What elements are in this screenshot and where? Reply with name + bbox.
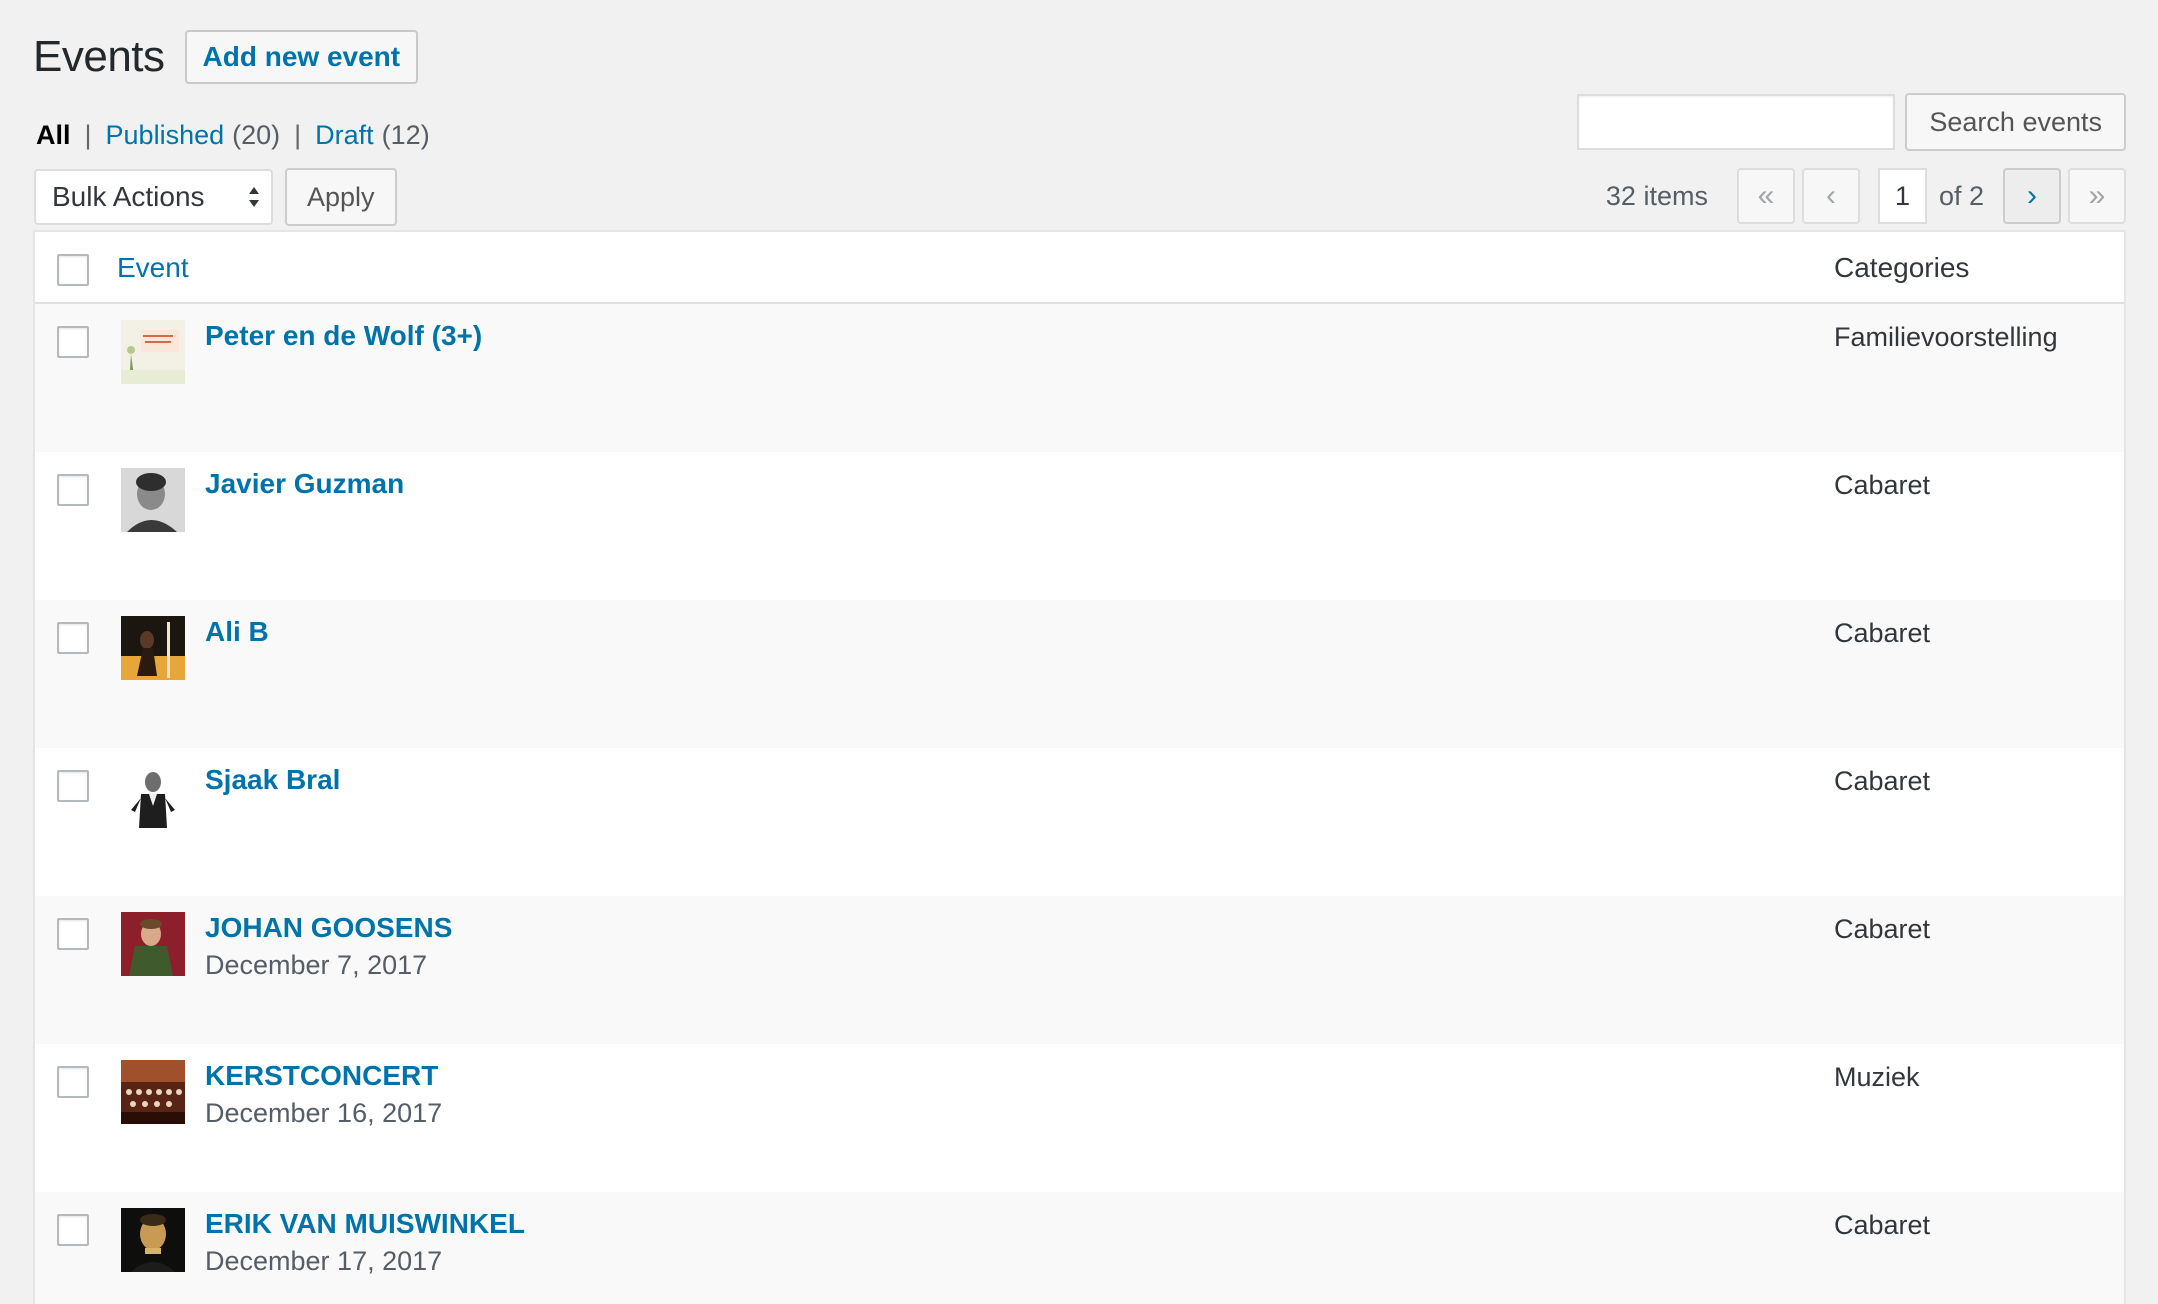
- bulk-actions-select[interactable]: Bulk Actions: [34, 169, 273, 225]
- next-page-button[interactable]: ›: [2003, 168, 2061, 224]
- first-page-button: «: [1736, 168, 1795, 224]
- event-title-link[interactable]: Ali B: [205, 616, 269, 648]
- filter-all[interactable]: All: [36, 120, 71, 151]
- filter-draft[interactable]: Draft: [315, 120, 374, 151]
- portrait-thumbnail[interactable]: [121, 1208, 185, 1272]
- page-header: Events Add new event: [33, 30, 419, 84]
- row-checkbox[interactable]: [57, 770, 89, 802]
- bulk-actions-selected: Bulk Actions: [52, 181, 205, 212]
- portrait-thumbnail[interactable]: [121, 468, 185, 532]
- event-date: December 16, 2017: [205, 1098, 443, 1128]
- performer-thumbnail[interactable]: [121, 616, 185, 680]
- events-table: Event Categories Peter en de Wolf (3+) F…: [33, 230, 2126, 1304]
- add-new-event-button[interactable]: Add new event: [184, 30, 419, 84]
- column-categories: Categories: [1834, 252, 1970, 283]
- event-category[interactable]: Cabaret: [1834, 766, 1930, 797]
- table-header: Event Categories: [35, 232, 2124, 304]
- select-all-checkbox[interactable]: [57, 254, 89, 286]
- page-title: Events: [33, 32, 165, 81]
- pagination: 32 items « ‹ 1 of 2 › »: [1606, 168, 2126, 224]
- search-input[interactable]: [1577, 94, 1896, 150]
- filter-separator: |: [84, 120, 92, 150]
- event-category[interactable]: Cabaret: [1834, 470, 1930, 501]
- event-title-link[interactable]: KERSTCONCERT: [205, 1060, 438, 1092]
- event-category[interactable]: Familievoorstelling: [1834, 322, 2058, 353]
- event-title-link[interactable]: Javier Guzman: [205, 468, 404, 500]
- bulk-actions: Bulk Actions Apply: [34, 168, 397, 226]
- event-title-link[interactable]: Sjaak Bral: [205, 764, 340, 796]
- prev-page-button: ‹: [1801, 168, 1860, 224]
- table-row: Javier Guzman Cabaret: [35, 452, 2124, 600]
- table-row: JOHAN GOOSENS December 7, 2017 Cabaret: [35, 896, 2124, 1044]
- last-page-button[interactable]: »: [2068, 168, 2126, 224]
- portrait-thumbnail[interactable]: [121, 764, 185, 828]
- choir-thumbnail[interactable]: [121, 1060, 185, 1124]
- column-event[interactable]: Event: [117, 252, 189, 284]
- search-events-button[interactable]: Search events: [1905, 93, 2126, 151]
- row-checkbox[interactable]: [57, 1066, 89, 1098]
- filter-separator: |: [294, 120, 302, 150]
- illustration-thumbnail[interactable]: [121, 320, 185, 384]
- apply-button[interactable]: Apply: [285, 168, 397, 226]
- portrait-thumbnail[interactable]: [121, 912, 185, 976]
- select-arrows-icon: [249, 187, 259, 207]
- table-row: Ali B Cabaret: [35, 600, 2124, 748]
- filter-published[interactable]: Published: [106, 120, 225, 151]
- event-category[interactable]: Cabaret: [1834, 914, 1930, 945]
- row-checkbox[interactable]: [57, 622, 89, 654]
- row-checkbox[interactable]: [57, 1214, 89, 1246]
- search-box: Search events: [1577, 93, 2126, 151]
- table-row: Sjaak Bral Cabaret: [35, 748, 2124, 896]
- event-category[interactable]: Muziek: [1834, 1062, 1920, 1093]
- event-date: December 7, 2017: [205, 950, 428, 980]
- filter-draft-count: (12): [381, 120, 430, 150]
- status-filter: All | Published (20) | Draft (12): [36, 120, 430, 151]
- row-checkbox[interactable]: [57, 474, 89, 506]
- table-row: ERIK VAN MUISWINKEL December 17, 2017 Ca…: [35, 1192, 2124, 1304]
- row-checkbox[interactable]: [57, 918, 89, 950]
- event-category[interactable]: Cabaret: [1834, 1210, 1930, 1241]
- current-page-input[interactable]: 1: [1877, 168, 1927, 224]
- total-pages: of 2: [1938, 180, 1984, 211]
- table-row: Peter en de Wolf (3+) Familievoorstellin…: [35, 304, 2124, 452]
- event-category[interactable]: Cabaret: [1834, 618, 1930, 649]
- event-date: December 17, 2017: [205, 1246, 443, 1276]
- event-title-link[interactable]: ERIK VAN MUISWINKEL: [205, 1208, 525, 1240]
- items-count: 32 items: [1605, 180, 1708, 211]
- filter-published-count: (20): [232, 120, 281, 150]
- row-checkbox[interactable]: [57, 326, 89, 358]
- event-title-link[interactable]: JOHAN GOOSENS: [205, 912, 452, 944]
- events-admin-page: Events Add new event All | Published (20…: [0, 0, 2158, 1304]
- event-title-link[interactable]: Peter en de Wolf (3+): [205, 320, 482, 352]
- table-row: KERSTCONCERT December 16, 2017 Muziek: [35, 1044, 2124, 1192]
